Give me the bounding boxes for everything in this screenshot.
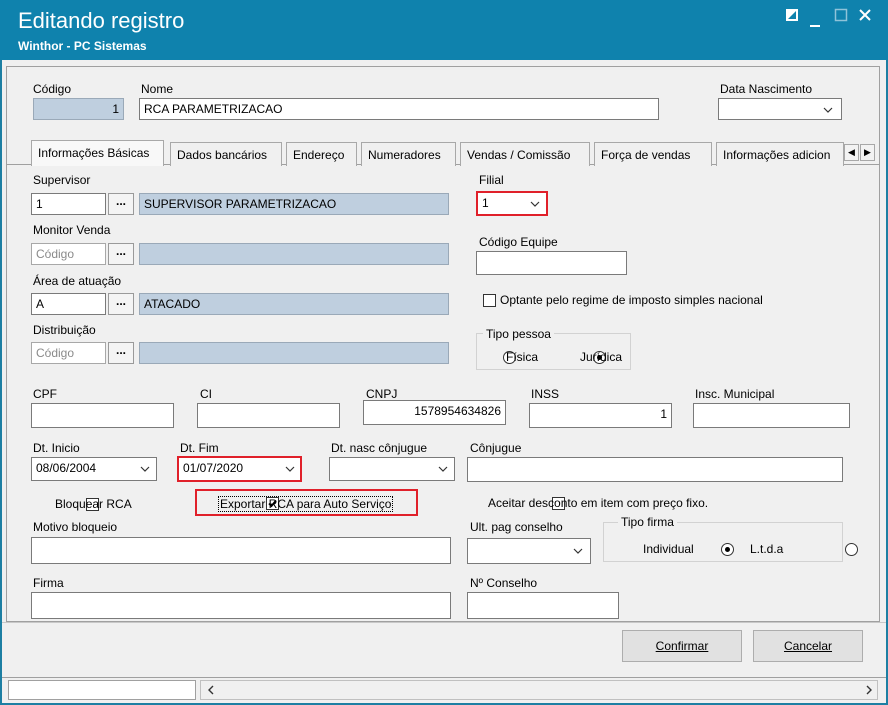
area-atuacao-label: Área de atuação	[33, 274, 122, 288]
tab-endereco[interactable]: Endereço	[286, 142, 357, 166]
filial-label: Filial	[479, 173, 504, 187]
cpf-field[interactable]	[31, 403, 174, 428]
ci-label: CI	[200, 387, 212, 401]
tab-informacoes-adicionais[interactable]: Informações adicion	[716, 142, 844, 166]
codigo-label: Código	[33, 82, 72, 96]
chevron-down-icon	[438, 466, 448, 472]
status-panel	[8, 680, 196, 700]
firma-field[interactable]	[31, 592, 451, 619]
chevron-down-icon	[140, 466, 150, 472]
optante-checkbox[interactable]	[483, 294, 496, 308]
tipo-firma-individual-label: Individual	[643, 542, 694, 556]
optante-label: Optante pelo regime de imposto simples n…	[500, 293, 763, 307]
minimize-icon[interactable]	[810, 16, 822, 32]
cancelar-label: Cancelar	[783, 639, 833, 653]
close-icon[interactable]	[858, 8, 872, 26]
confirmar-button[interactable]: Confirmar	[622, 630, 742, 662]
conjuge-field[interactable]	[467, 457, 843, 482]
tab-numeradores[interactable]: Numeradores	[361, 142, 456, 166]
codigo-field[interactable]: 1	[33, 98, 124, 120]
restore-icon[interactable]	[785, 8, 799, 26]
bloquear-rca-label: Bloquear RCA	[55, 497, 132, 511]
chevron-down-icon	[823, 107, 833, 113]
ci-field[interactable]	[197, 403, 340, 428]
dt-inicio-label: Dt. Inicio	[33, 441, 80, 455]
chevron-down-icon	[530, 201, 540, 207]
supervisor-label: Supervisor	[33, 173, 91, 187]
inss-label: INSS	[531, 387, 560, 401]
area-atuacao-name-field: ATACADO	[139, 293, 449, 315]
motivo-bloqueio-field[interactable]	[31, 537, 451, 564]
tab-scroll-left-button[interactable]: ◀	[844, 144, 859, 161]
tipo-firma-label: Tipo firma	[618, 515, 677, 529]
area-atuacao-code-field[interactable]: A	[31, 293, 106, 315]
numero-conselho-label: Nº Conselho	[470, 576, 538, 590]
firma-label: Firma	[33, 576, 64, 590]
nome-label: Nome	[141, 82, 174, 96]
cnpj-label: CNPJ	[366, 387, 398, 401]
tipo-pessoa-juridica-label: Jurídica	[580, 350, 623, 364]
codigo-equipe-label: Código Equipe	[479, 235, 558, 249]
ult-pag-conselho-label: Ult. pag conselho	[470, 520, 563, 534]
distribuicao-lookup-button[interactable]: ...	[108, 342, 134, 364]
maximize-icon[interactable]	[834, 8, 848, 26]
distribuicao-name-field	[139, 342, 449, 364]
dt-nasc-conjuge-label: Dt. nasc cônjugue	[331, 441, 428, 455]
cancelar-button[interactable]: Cancelar	[753, 630, 863, 662]
inss-field[interactable]: 1	[529, 403, 672, 428]
chevron-down-icon	[573, 548, 583, 554]
window-subtitle: Winthor - PC Sistemas	[18, 39, 147, 53]
codigo-equipe-field[interactable]	[476, 251, 627, 275]
data-nascimento-label: Data Nascimento	[720, 82, 813, 96]
monitor-venda-code-field[interactable]: Código	[31, 243, 106, 265]
supervisor-lookup-button[interactable]: ...	[108, 193, 134, 215]
exportar-rca-label: Exportar RCA para Auto Serviço	[218, 496, 394, 512]
monitor-venda-name-field	[139, 243, 449, 265]
numero-conselho-field[interactable]	[467, 592, 619, 619]
tab-informacoes-basicas[interactable]: Informações Básicas	[31, 140, 164, 166]
supervisor-name-field: SUPERVISOR PARAMETRIZACAO	[139, 193, 449, 215]
distribuicao-code-field[interactable]: Código	[31, 342, 106, 364]
scroll-left-icon[interactable]	[206, 685, 216, 695]
nome-field[interactable]: RCA PARAMETRIZACAO	[139, 98, 659, 120]
cnpj-field[interactable]: 1578954634826	[363, 400, 506, 425]
distribuicao-label: Distribuição	[33, 323, 96, 337]
dt-fim-label: Dt. Fim	[180, 441, 219, 455]
aceitar-desconto-label: Aceitar desconto em item com preço fixo.	[488, 496, 709, 510]
tipo-firma-ltda-label: L.t.d.a	[750, 542, 784, 556]
tab-forca-de-vendas[interactable]: Força de vendas	[594, 142, 712, 166]
monitor-venda-lookup-button[interactable]: ...	[108, 243, 134, 265]
tab-dados-bancarios[interactable]: Dados bancários	[170, 142, 282, 166]
tipo-pessoa-fisica-label: Física	[506, 350, 539, 364]
motivo-bloqueio-label: Motivo bloqueio	[33, 520, 118, 534]
horizontal-scrollbar[interactable]	[200, 680, 878, 700]
confirmar-label: Confirmar	[655, 639, 709, 653]
insc-municipal-label: Insc. Municipal	[695, 387, 775, 401]
tab-scroll-right-button[interactable]: ▶	[860, 144, 875, 161]
chevron-down-icon	[285, 466, 295, 472]
area-atuacao-lookup-button[interactable]: ...	[108, 293, 134, 315]
conjuge-label: Cônjugue	[470, 441, 522, 455]
cpf-label: CPF	[33, 387, 57, 401]
window-title: Editando registro	[18, 8, 185, 33]
tipo-pessoa-label: Tipo pessoa	[483, 327, 554, 341]
divider	[2, 622, 886, 623]
tab-vendas-comissao[interactable]: Vendas / Comissão	[460, 142, 590, 166]
monitor-venda-label: Monitor Venda	[33, 223, 111, 237]
scroll-right-icon[interactable]	[864, 685, 874, 695]
supervisor-code-field[interactable]: 1	[31, 193, 106, 215]
title-bar[interactable]: Editando registro Winthor - PC Sistemas	[0, 0, 888, 60]
insc-municipal-field[interactable]	[693, 403, 850, 428]
